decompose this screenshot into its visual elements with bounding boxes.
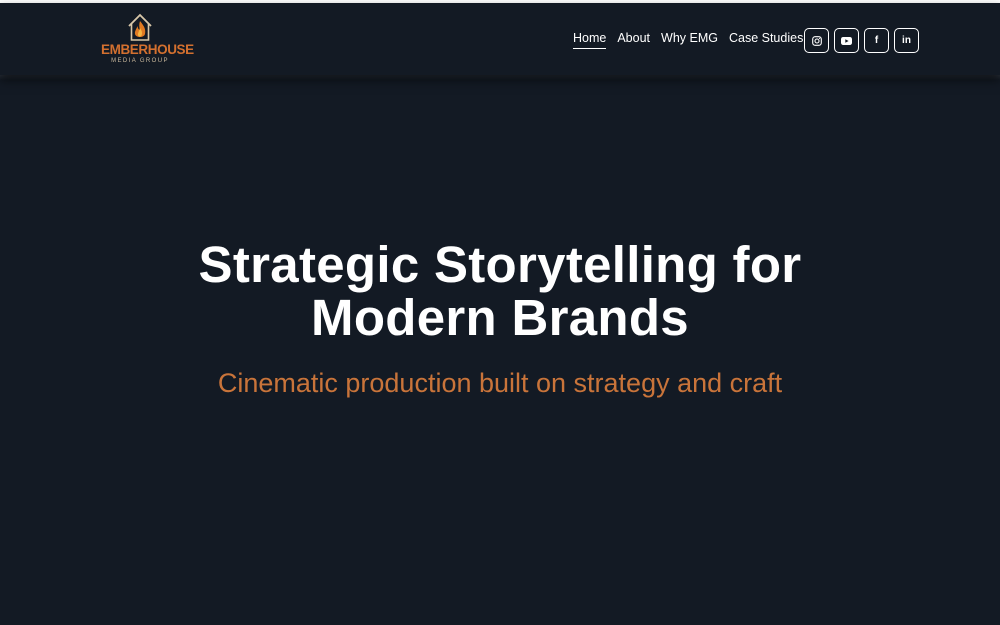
nav-case-studies[interactable]: Case Studies <box>729 30 803 49</box>
nav-about[interactable]: About <box>617 30 650 49</box>
linkedin-icon: in <box>902 35 911 46</box>
youtube-icon <box>841 36 852 45</box>
brand-logo[interactable]: EMBERHOUSE MEDIA GROUP <box>101 12 194 68</box>
instagram-button[interactable] <box>804 28 829 53</box>
nav-why-emg[interactable]: Why EMG <box>661 30 718 49</box>
main-nav: Home About Why EMG Case Studies <box>573 30 803 49</box>
brand-name: EMBERHOUSE <box>101 42 194 57</box>
site-header: EMBERHOUSE MEDIA GROUP Home About Why EM… <box>0 3 1000 75</box>
social-links: f in <box>804 28 919 53</box>
instagram-icon <box>811 35 822 46</box>
hero-title: Strategic Storytelling for Modern Brands <box>0 238 1000 344</box>
linkedin-button[interactable]: in <box>894 28 919 53</box>
youtube-button[interactable] <box>834 28 859 53</box>
facebook-button[interactable]: f <box>864 28 889 53</box>
hero-section: Strategic Storytelling for Modern Brands… <box>0 238 1000 399</box>
facebook-icon: f <box>874 35 879 46</box>
nav-home[interactable]: Home <box>573 30 607 49</box>
house-flame-icon <box>128 13 152 41</box>
hero-title-line-1: Strategic Storytelling for <box>198 236 802 293</box>
hero-title-line-2: Modern Brands <box>311 289 689 346</box>
hero-subtitle: Cinematic production built on strategy a… <box>217 368 783 398</box>
brand-tagline: MEDIA GROUP <box>111 58 169 64</box>
